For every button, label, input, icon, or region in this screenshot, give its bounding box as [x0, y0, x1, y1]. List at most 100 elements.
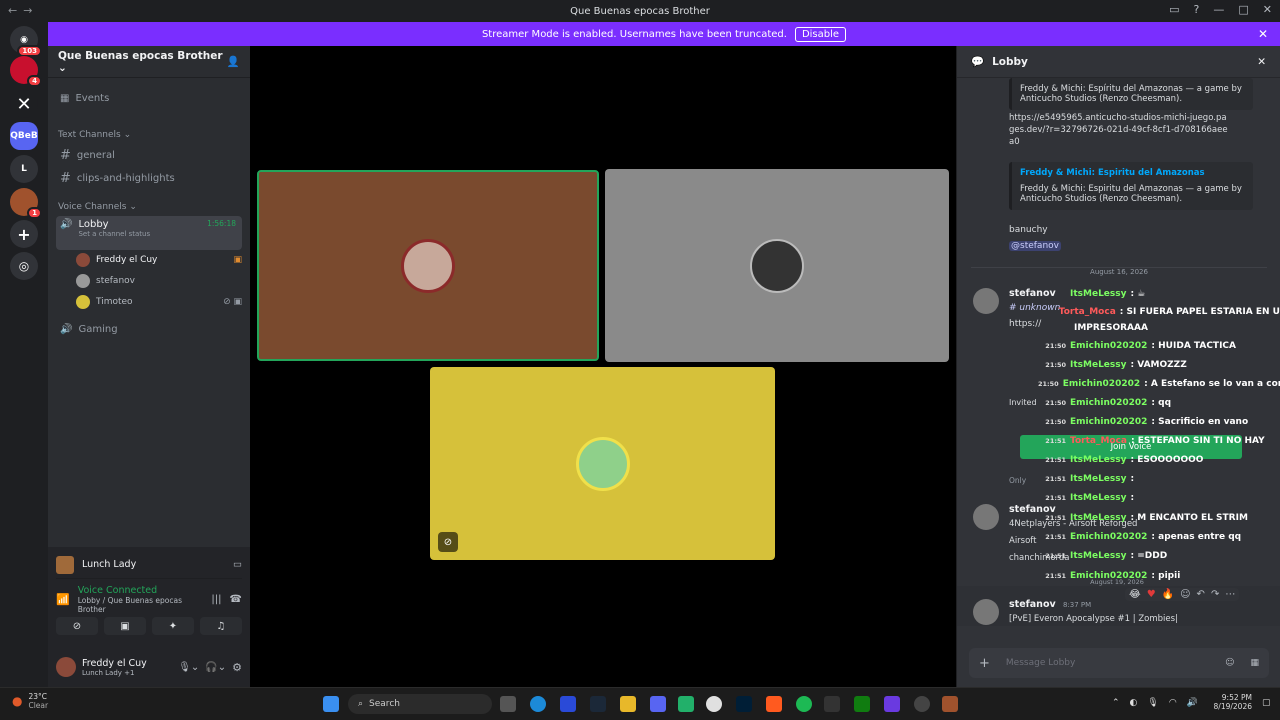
- inbox-icon[interactable]: ▭: [1169, 3, 1179, 16]
- voice-category[interactable]: Voice Channels ⌄: [58, 202, 137, 212]
- task-view-icon[interactable]: [500, 696, 516, 712]
- capcut-icon[interactable]: [824, 696, 840, 712]
- headphones-icon[interactable]: 🎧⌄: [205, 662, 226, 673]
- help-icon[interactable]: ?: [1194, 3, 1200, 16]
- voice-channel-lobby[interactable]: 🔊 Lobby 1:56:18 Set a channel status: [56, 216, 242, 250]
- voice-channel-gaming[interactable]: 🔊 Gaming: [56, 318, 242, 340]
- obs-icon[interactable]: [914, 696, 930, 712]
- embed-title[interactable]: Freddy & Michi: Espiritu del Amazonas: [1020, 168, 1245, 178]
- server-icon-l[interactable]: L: [10, 155, 38, 183]
- server-badge: 4: [27, 75, 42, 87]
- mic-tray-icon[interactable]: 🎙: [1147, 698, 1158, 708]
- reaction-heart-icon[interactable]: ♥: [1147, 589, 1156, 600]
- weather-widget[interactable]: ● 23°C Clear: [12, 692, 48, 710]
- voice-user[interactable]: Timoteo ⊘ ▣: [76, 292, 242, 312]
- app-h-icon[interactable]: [678, 696, 694, 712]
- game-link[interactable]: https://e5495965.anticucho-studios-michi…: [1009, 112, 1229, 148]
- edge-icon[interactable]: [530, 696, 546, 712]
- chrome-icon[interactable]: [706, 696, 722, 712]
- discord-icon[interactable]: [650, 696, 666, 712]
- discord-home-icon[interactable]: ◉ 103: [10, 26, 42, 57]
- message-avatar[interactable]: [973, 288, 999, 314]
- photoshop-icon[interactable]: [736, 696, 752, 712]
- overlay-time: 21:50: [1045, 417, 1066, 426]
- message-avatar[interactable]: [973, 599, 999, 625]
- steam-icon[interactable]: [590, 696, 606, 712]
- user-avatar[interactable]: [56, 657, 76, 677]
- events-item[interactable]: ▦ Events: [56, 87, 242, 109]
- server-icon-qbeb[interactable]: QBeB: [10, 122, 38, 150]
- close-window-button[interactable]: ✕: [1263, 3, 1272, 16]
- voice-stage: ⊘: [250, 46, 956, 687]
- tray-chevron-icon[interactable]: ⌃: [1112, 698, 1120, 708]
- user-mention[interactable]: @stefanov: [1009, 241, 1061, 251]
- mic-icon[interactable]: 🎙⌄: [178, 662, 199, 673]
- add-reaction-icon[interactable]: ☺: [1180, 589, 1190, 600]
- forward-icon[interactable]: ↷: [1211, 589, 1219, 600]
- app-icon[interactable]: [766, 696, 782, 712]
- spotify-icon[interactable]: [796, 696, 812, 712]
- activities-button[interactable]: ✦: [152, 617, 194, 635]
- settings-gear-icon[interactable]: ⚙: [232, 661, 242, 674]
- reaction-laugh-icon[interactable]: 😂: [1129, 589, 1141, 600]
- close-chat-icon[interactable]: ✕: [1257, 56, 1266, 68]
- overlay-username: Emichin020202: [1070, 397, 1148, 408]
- noise-icon[interactable]: |||: [211, 594, 221, 605]
- game-icon[interactable]: [942, 696, 958, 712]
- channel-general[interactable]: # general: [56, 144, 242, 166]
- server-icon-x[interactable]: ✕: [10, 90, 38, 118]
- message-link[interactable]: https://: [1009, 319, 1041, 329]
- reply-icon[interactable]: ↶: [1197, 589, 1205, 600]
- participant-tile-speaking[interactable]: [257, 170, 599, 361]
- taskbar-search[interactable]: ⌕ Search: [348, 694, 492, 714]
- nav-arrows[interactable]: ←→: [8, 4, 38, 17]
- app-icon[interactable]: [560, 696, 576, 712]
- maximize-button[interactable]: □: [1238, 3, 1248, 16]
- wifi-icon[interactable]: ◠: [1169, 698, 1177, 708]
- add-server-icon[interactable]: +: [10, 220, 38, 248]
- camera-off-button[interactable]: ⊘: [56, 617, 98, 635]
- server-icon-1[interactable]: 4: [10, 56, 42, 87]
- overlay-username: Emichin020202: [1070, 340, 1148, 351]
- attach-plus-icon[interactable]: +: [979, 656, 990, 671]
- message-input-box[interactable]: + Message Lobby ☺ ▦: [969, 648, 1269, 678]
- more-options-icon[interactable]: ⋯: [1225, 589, 1235, 600]
- channel-status[interactable]: Set a channel status: [78, 230, 242, 238]
- file-explorer-icon[interactable]: [620, 696, 636, 712]
- participant-tile[interactable]: ⊘: [430, 367, 775, 560]
- server-list: ◉ 103 4 ✕ QBeB L 1 + ◎: [0, 22, 48, 687]
- server-icon-3[interactable]: 1: [10, 188, 42, 219]
- message-avatar[interactable]: [973, 504, 999, 530]
- windows-start-icon[interactable]: [323, 696, 339, 712]
- apps-icon[interactable]: ▦: [1250, 658, 1259, 668]
- voice-user[interactable]: Freddy el Cuy ▣: [76, 250, 242, 270]
- minimize-button[interactable]: —: [1213, 3, 1224, 16]
- volume-icon[interactable]: 🔊: [1187, 698, 1198, 708]
- text-category[interactable]: Text Channels ⌄: [58, 130, 131, 140]
- app-icon[interactable]: [884, 696, 900, 712]
- add-member-icon[interactable]: 👤: [227, 55, 240, 68]
- notification-icon[interactable]: ▢: [1262, 698, 1271, 708]
- tray-icon[interactable]: ◐: [1130, 698, 1138, 708]
- voice-location: Lobby / Que Buenas epocas Brother: [77, 596, 182, 614]
- xbox-icon[interactable]: [854, 696, 870, 712]
- soundboard-button[interactable]: ♫: [200, 617, 242, 635]
- screen-share-button[interactable]: ▣: [104, 617, 146, 635]
- disable-button[interactable]: Disable: [794, 26, 847, 42]
- emoji-icon[interactable]: ☺: [1225, 658, 1234, 668]
- voice-status[interactable]: Voice Connected: [78, 585, 204, 596]
- participant-tile[interactable]: [605, 169, 949, 362]
- disconnect-icon[interactable]: ☎: [230, 594, 242, 605]
- server-header[interactable]: Que Buenas epocas Brother ⌄ 👤: [48, 46, 250, 78]
- stream-icon[interactable]: ▭: [233, 559, 242, 570]
- activity-row[interactable]: Lunch Lady ▭: [56, 555, 242, 579]
- channel-clips[interactable]: # clips-and-highlights: [56, 167, 242, 189]
- clock[interactable]: 9:52 PM 8/19/2026: [1200, 693, 1252, 711]
- voice-user[interactable]: stefanov: [76, 271, 242, 291]
- reaction-fire-icon[interactable]: 🔥: [1162, 589, 1174, 600]
- chat-bubble-icon: 💬: [971, 56, 985, 68]
- weather-icon: ●: [12, 694, 23, 708]
- message-author[interactable]: stefanov: [1009, 599, 1056, 610]
- banner-close-icon[interactable]: ✕: [1258, 27, 1268, 41]
- discover-icon[interactable]: ◎: [10, 252, 38, 280]
